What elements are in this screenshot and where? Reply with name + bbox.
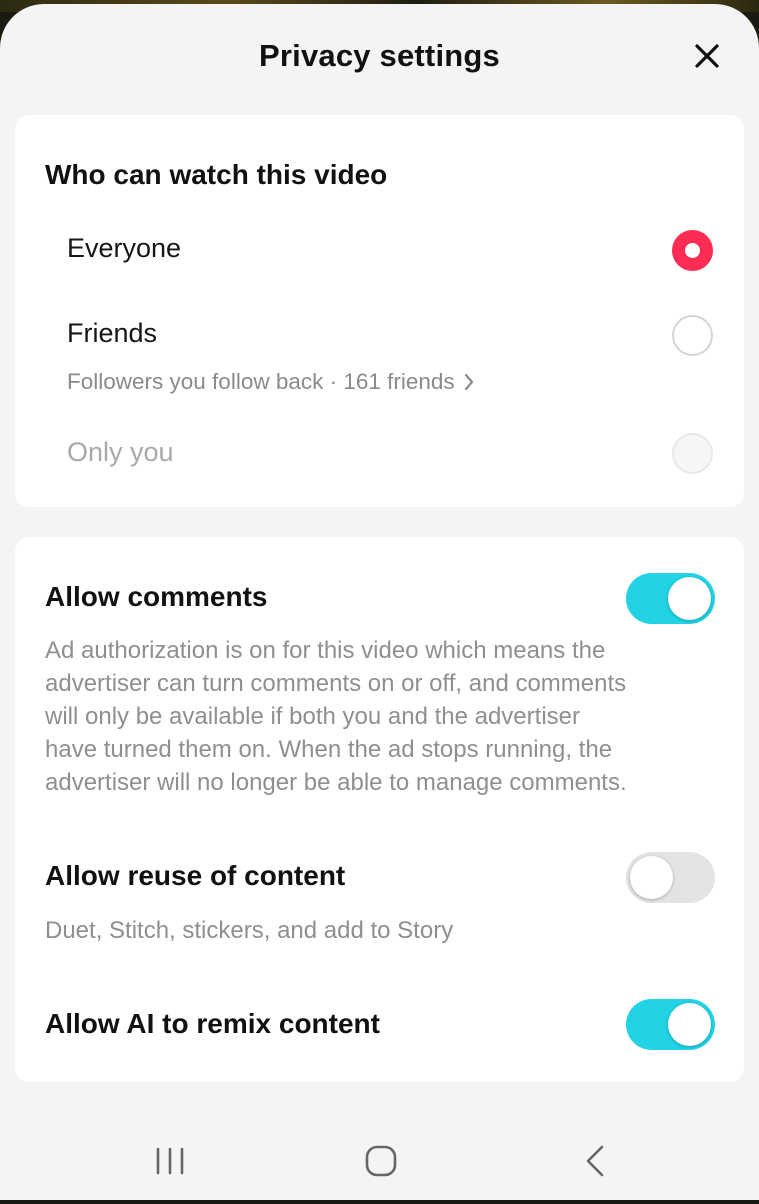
allow-comments-description: Ad authorization is on for this video wh… xyxy=(45,634,710,799)
description-line: Ad authorization is on for this video wh… xyxy=(45,637,606,664)
description-line: advertiser will no longer be able to man… xyxy=(45,769,627,796)
allow-ai-remix-toggle[interactable] xyxy=(626,999,715,1050)
toggle-knob xyxy=(630,856,673,899)
audience-card: Who can watch this video Everyone Friend… xyxy=(15,115,744,507)
recent-apps-icon xyxy=(156,1147,184,1175)
page-title: Privacy settings xyxy=(259,38,500,73)
home-button[interactable] xyxy=(351,1136,411,1186)
option-everyone-radio[interactable] xyxy=(672,230,713,271)
description-line: will only be available if both you and t… xyxy=(45,703,580,730)
allow-reuse-toggle[interactable] xyxy=(626,852,715,903)
friends-sublabel-link[interactable]: Followers you follow back · 161 friends xyxy=(67,369,475,395)
chevron-right-icon xyxy=(464,373,473,391)
toggle-knob xyxy=(668,577,711,620)
permissions-card: Allow comments Ad authorization is on fo… xyxy=(15,537,744,1082)
home-icon xyxy=(365,1145,397,1177)
option-friends-label[interactable]: Friends xyxy=(67,318,157,349)
allow-comments-toggle[interactable] xyxy=(626,573,715,624)
option-only-you-radio xyxy=(672,433,713,474)
recent-apps-button[interactable] xyxy=(140,1136,200,1186)
allow-reuse-title: Allow reuse of content xyxy=(45,860,346,891)
back-icon xyxy=(586,1145,604,1177)
audience-section-title: Who can watch this video xyxy=(45,159,388,190)
allow-comments-title: Allow comments xyxy=(45,581,268,612)
toggle-knob xyxy=(668,1003,711,1046)
allow-reuse-description: Duet, Stitch, stickers, and add to Story xyxy=(45,917,454,944)
description-line: have turned them on. When the ad stops r… xyxy=(45,736,613,763)
privacy-settings-sheet: Privacy settings Who can watch this vide… xyxy=(0,4,759,1200)
allow-ai-remix-title: Allow AI to remix content xyxy=(45,1008,380,1039)
option-only-you-label: Only you xyxy=(67,437,174,467)
system-nav-bar xyxy=(0,1114,759,1204)
option-everyone-label[interactable]: Everyone xyxy=(67,233,181,264)
close-icon xyxy=(695,44,719,68)
description-line: advertiser can turn comments on or off, … xyxy=(45,670,627,697)
option-friends-radio[interactable] xyxy=(672,315,713,356)
close-button[interactable] xyxy=(684,34,730,78)
back-button[interactable] xyxy=(565,1136,625,1186)
friends-sublabel-text: Followers you follow back · 161 friends xyxy=(67,369,455,394)
